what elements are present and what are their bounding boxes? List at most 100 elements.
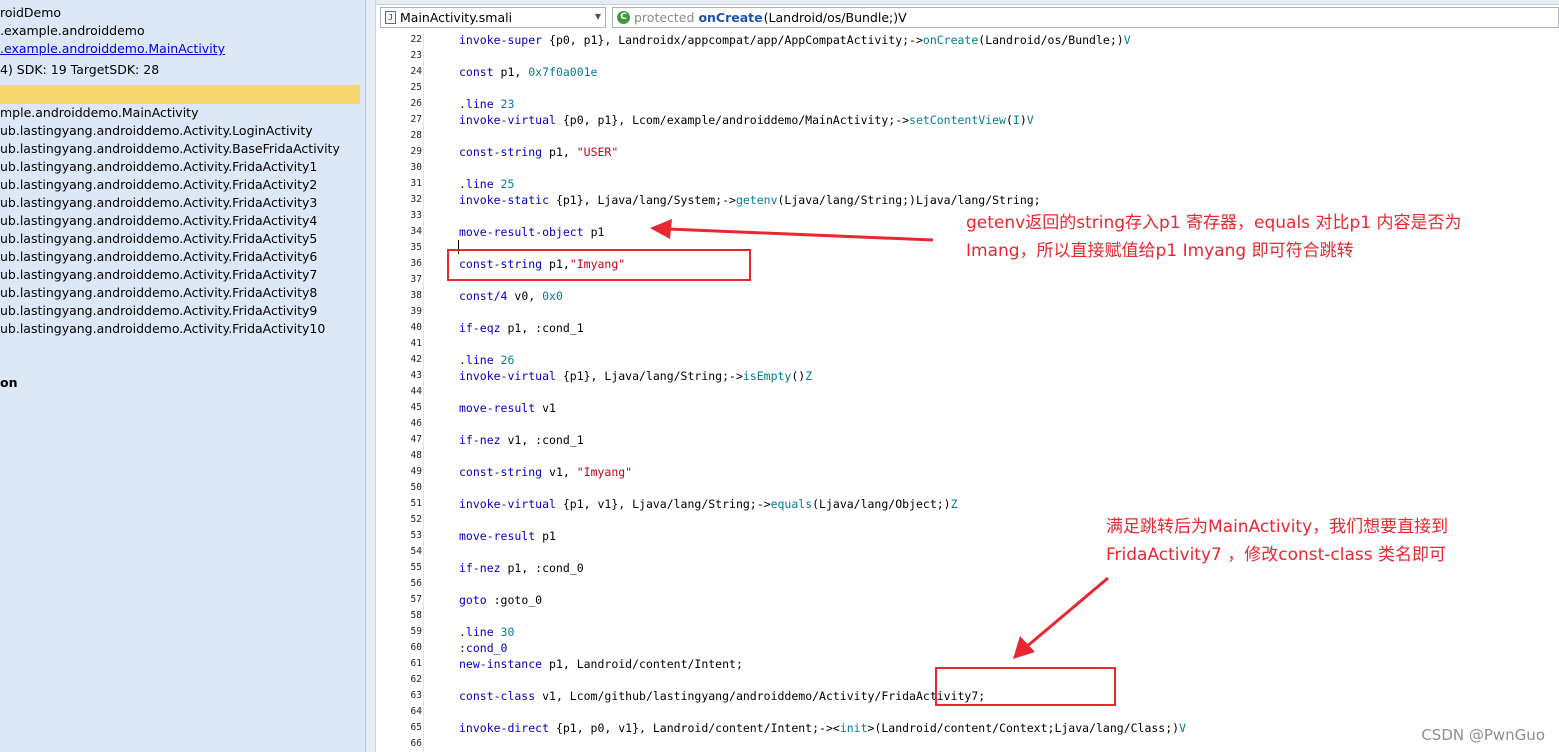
tree-item[interactable]: ub.lastingyang.androiddemo.Activity.Frid… (0, 159, 317, 174)
code-token: move-result (459, 401, 543, 415)
line-number: 52 (410, 514, 422, 525)
code-token: Z (950, 497, 958, 511)
code-token: () (791, 369, 806, 383)
code-token: 0x7f0a001e (528, 65, 598, 79)
tree-item[interactable]: on (0, 375, 18, 390)
line-number: 43 (410, 370, 422, 381)
code-token: if-nez (459, 561, 508, 575)
line-number: 57 (410, 594, 422, 605)
tree-item[interactable]: roidDemo (0, 5, 61, 20)
line-number: 63 (410, 690, 422, 701)
panel-splitter[interactable] (366, 0, 376, 752)
code-token: const/4 (459, 289, 515, 303)
method-selector-dropdown[interactable]: C protected onCreate (Landroid/os/Bundle… (612, 7, 1559, 28)
code-token: equals (770, 497, 813, 511)
code-token: {p1, v1}, Ljava/lang/String;-> (562, 497, 771, 511)
code-token: .line (459, 177, 501, 191)
code-token: invoke-virtual (459, 497, 563, 511)
tree-selection-highlight (0, 85, 360, 104)
code-token: {p1, p0, v1}, Landroid/content/Intent;->… (555, 721, 840, 735)
line-number: 60 (410, 642, 422, 653)
code-token: init (839, 721, 868, 735)
tree-item[interactable]: ub.lastingyang.androiddemo.Activity.Frid… (0, 231, 317, 246)
code-token: 25 (500, 177, 515, 191)
line-number: 22 (410, 34, 422, 45)
line-number: 48 (410, 450, 422, 461)
line-number-gutter: 22 23 24 25 26 27 28 29 30 31 32 33 34 35 36 37 38 39 40 41… (376, 31, 424, 752)
line-number: 58 (410, 610, 422, 621)
code-token: .line (459, 97, 501, 111)
code-token: invoke-virtual (459, 369, 563, 383)
tree-item[interactable]: ub.lastingyang.androiddemo.Activity.Logi… (0, 123, 313, 138)
file-selector-dropdown[interactable]: J MainActivity.smali ▼ (380, 7, 606, 28)
code-token: v1, (549, 465, 577, 479)
code-line: invoke-super {p0, p1}, Landroidx/appcomp… (459, 33, 1131, 47)
code-token: p1, (500, 65, 529, 79)
chevron-down-icon[interactable]: ▼ (595, 12, 601, 21)
code-token: const-class (459, 689, 543, 703)
line-number: 34 (410, 226, 422, 237)
line-number: 39 (410, 306, 422, 317)
code-token: .line (459, 353, 501, 367)
code-token: move-result (459, 529, 543, 543)
annotation-note-redirect: 满足跳转后为MainActivity，我们想要直接到 FridaActivity… (1106, 513, 1448, 569)
code-token: 30 (500, 625, 515, 639)
line-number: 47 (410, 434, 422, 445)
code-line: :cond_0 (459, 641, 507, 655)
code-editor[interactable]: 22 23 24 25 26 27 28 29 30 31 32 33 34 35 36 37 38 39 40 41… (376, 31, 1559, 752)
line-number: 53 (410, 530, 422, 541)
code-token: isEmpty (742, 369, 792, 383)
tree-item[interactable]: ub.lastingyang.androiddemo.Activity.Frid… (0, 213, 317, 228)
code-line: const-class v1, Lcom/github/lastingyang/… (459, 689, 985, 703)
tree-item[interactable]: ub.lastingyang.androiddemo.Activity.Frid… (0, 177, 317, 192)
line-number: 36 (410, 258, 422, 269)
line-number: 29 (410, 146, 422, 157)
tree-item[interactable]: .example.androiddemo.MainActivity (0, 41, 225, 56)
code-token: const (459, 65, 501, 79)
code-line: new-instance p1, Landroid/content/Intent… (459, 657, 743, 671)
code-line: invoke-virtual {p1}, Ljava/lang/String;-… (459, 369, 812, 383)
line-number: 59 (410, 626, 422, 637)
annotation-note-getenv-line2: Imang，所以直接赋值给p1 Imyang 即可符合跳转 (966, 241, 1354, 261)
line-number: 35 (410, 242, 422, 253)
line-number: 30 (410, 162, 422, 173)
tree-item[interactable]: ub.lastingyang.androiddemo.Activity.Frid… (0, 267, 317, 282)
tree-item[interactable]: ub.lastingyang.androiddemo.Activity.Frid… (0, 285, 317, 300)
code-token: invoke-static (459, 193, 556, 207)
tree-item[interactable]: ub.lastingyang.androiddemo.Activity.Frid… (0, 321, 325, 336)
line-number: 33 (410, 210, 422, 221)
line-number: 61 (410, 658, 422, 669)
class-tree-panel: roidDemo .example.androiddemo .example.and… (0, 0, 366, 752)
code-line: .line 25 (459, 177, 514, 191)
tree-item[interactable]: ub.lastingyang.androiddemo.Activity.Frid… (0, 303, 317, 318)
code-token: p1, Landroid/content/Intent; (549, 657, 743, 671)
line-number: 50 (410, 482, 422, 493)
tree-item[interactable]: 4) SDK: 19 TargetSDK: 28 (0, 62, 159, 77)
line-number: 38 (410, 290, 422, 301)
code-token: onCreate (922, 33, 979, 47)
tree-item[interactable]: ub.lastingyang.androiddemo.Activity.Base… (0, 141, 340, 156)
code-line: goto :goto_0 (459, 593, 542, 607)
tree-item[interactable]: .example.androiddemo (0, 23, 145, 38)
code-token: {p0, p1}, Lcom/example/androiddemo/MainA… (562, 113, 910, 127)
line-number: 40 (410, 322, 422, 333)
code-token: V (1179, 721, 1187, 735)
line-number: 32 (410, 194, 422, 205)
annotation-note-redirect-line2: FridaActivity7 ，修改const-class 类名即可 (1106, 545, 1447, 565)
highlight-box-const-class (935, 667, 1116, 706)
code-token: 26 (500, 353, 515, 367)
code-token: 0x0 (542, 289, 563, 303)
annotation-note-redirect-line1: 满足跳转后为MainActivity，我们想要直接到 (1106, 517, 1449, 537)
tree-item[interactable]: ub.lastingyang.androiddemo.Activity.Frid… (0, 249, 317, 264)
method-icon: C (617, 11, 630, 24)
code-token: invoke-super (459, 33, 550, 47)
code-line: if-nez p1, :cond_0 (459, 561, 584, 575)
tree-item[interactable]: mple.androiddemo.MainActivity (0, 105, 198, 120)
code-token: (Ljava/lang/Object;) (812, 497, 951, 511)
tree-item[interactable]: ub.lastingyang.androiddemo.Activity.Frid… (0, 195, 317, 210)
code-token: ) (1019, 113, 1027, 127)
code-token: invoke-virtual (459, 113, 563, 127)
line-number: 65 (410, 722, 422, 733)
code-token: v1 (542, 401, 556, 415)
code-token: invoke-direct (459, 721, 556, 735)
